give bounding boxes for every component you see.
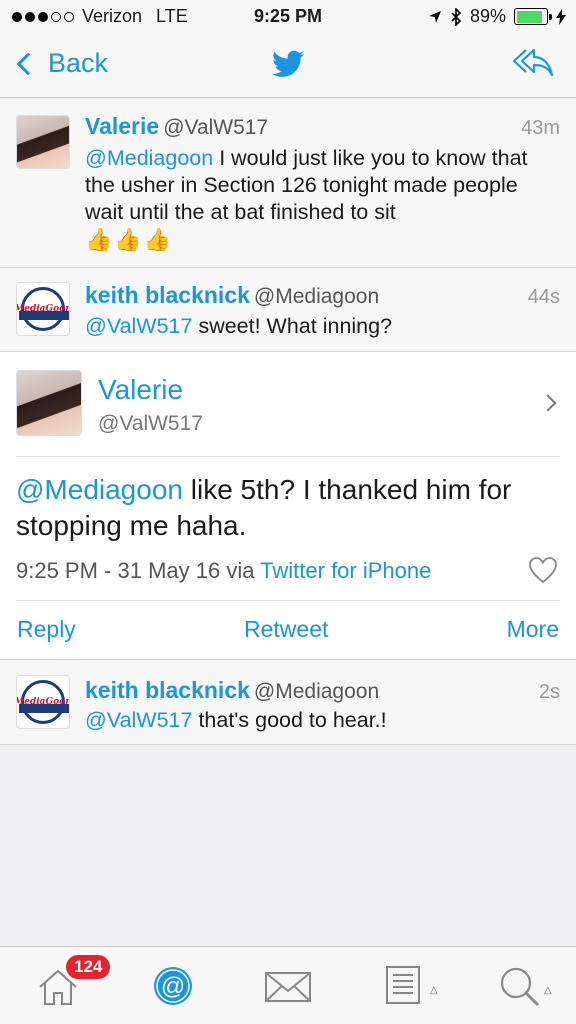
avatar[interactable]: MediaGoon (16, 675, 70, 729)
lists-icon[interactable] (384, 965, 424, 1005)
chevron-right-icon[interactable] (539, 394, 557, 412)
author-handle: @ValW517 (163, 116, 269, 139)
twitter-bird-icon (272, 50, 304, 77)
tweet-header: keith blacknick @Mediagoon 2s (85, 677, 560, 704)
mention-link[interactable]: @Mediagoon (85, 146, 213, 170)
charging-icon (556, 8, 566, 25)
avatar[interactable]: MediaGoon (16, 282, 70, 336)
mention-link[interactable]: @ValW517 (85, 314, 192, 338)
divider (16, 456, 560, 457)
thumbs-up-emoji: 👍👍👍 (85, 227, 174, 252)
tweet-body: sweet! What inning? (192, 314, 393, 338)
back-label: Back (48, 48, 109, 78)
tweet-text: @Mediagoon I would just like you to know… (85, 145, 560, 254)
tweet-time: 2s (538, 681, 560, 703)
tweet-item[interactable]: MediaGoon keith blacknick @Mediagoon 2s … (0, 661, 576, 745)
tweet-detail: Valerie @ValW517 @Mediagoon like 5th? I … (0, 352, 576, 660)
svg-text:@: @ (161, 973, 185, 1000)
author-name[interactable]: keith blacknick (85, 282, 250, 309)
source-app-link[interactable]: Twitter for iPhone (260, 558, 431, 583)
mentions-icon[interactable]: @ (152, 965, 194, 1007)
divider (16, 600, 560, 601)
avatar[interactable] (16, 370, 82, 436)
heart-icon[interactable] (528, 556, 558, 584)
mediagoon-logo: MediaGoon (17, 287, 69, 331)
triangle-up-icon: △ (544, 985, 552, 996)
avatar[interactable] (16, 115, 70, 169)
author-name[interactable]: Valerie (85, 113, 159, 140)
author-name[interactable]: Valerie (98, 374, 183, 406)
mention-link[interactable]: @Mediagoon (16, 474, 183, 505)
status-indicators: 89% (428, 6, 566, 27)
tweet-text: @ValW517 that's good to hear.! (85, 707, 560, 734)
tweet-header: keith blacknick @Mediagoon 44s (85, 282, 560, 309)
mediagoon-logo: MediaGoon (17, 680, 69, 724)
tweet-timestamp: 9:25 PM - 31 May 16 via (16, 558, 261, 583)
status-bar: Verizon LTE 9:25 PM 89% (0, 0, 576, 34)
reply-all-icon[interactable] (512, 46, 554, 80)
retweet-button[interactable]: Retweet (244, 616, 328, 643)
tweet-item[interactable]: MediaGoon keith blacknick @Mediagoon 44s… (0, 268, 576, 352)
author-handle: @Mediagoon (253, 285, 380, 308)
tweet-body: that's good to hear.! (192, 708, 387, 732)
notification-badge: 124 (64, 953, 113, 981)
tweet-header: Valerie @ValW517 43m (85, 113, 560, 140)
tweet-text: @Mediagoon like 5th? I thanked him for s… (16, 472, 536, 544)
tab-bar: 124 @ △ △ (0, 946, 576, 1024)
tweet-time: 44s (527, 286, 560, 308)
tweet-time: 43m (521, 117, 560, 139)
mention-link[interactable]: @ValW517 (85, 708, 192, 732)
messages-icon[interactable] (264, 971, 312, 1003)
navigation-bar: Back (0, 34, 576, 98)
search-icon[interactable] (498, 965, 542, 1009)
author-name[interactable]: keith blacknick (85, 677, 250, 704)
tweet-text: @ValW517 sweet! What inning? (85, 313, 560, 340)
location-icon (428, 10, 441, 23)
more-button[interactable]: More (507, 616, 559, 643)
battery-icon (514, 8, 552, 25)
back-button[interactable]: Back (12, 48, 108, 79)
author-handle: @ValW517 (98, 412, 203, 435)
author-handle: @Mediagoon (253, 680, 380, 703)
bluetooth-icon (451, 7, 462, 26)
tweet-item[interactable]: Valerie @ValW517 43m @Mediagoon I would … (0, 99, 576, 268)
chevron-left-icon (16, 52, 40, 75)
triangle-up-icon: △ (430, 985, 438, 996)
battery-percent: 89% (469, 6, 506, 26)
tweet-meta: 9:25 PM - 31 May 16 via Twitter for iPho… (16, 558, 431, 584)
reply-button[interactable]: Reply (17, 616, 76, 643)
